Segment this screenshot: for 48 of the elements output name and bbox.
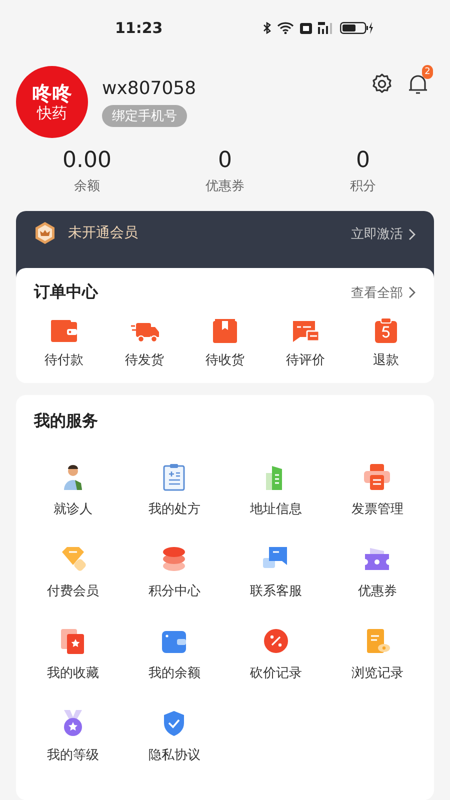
stat-value[interactable]: 0 bbox=[218, 148, 232, 173]
battery-icon bbox=[340, 22, 374, 34]
settings-icon[interactable] bbox=[370, 72, 394, 96]
section-title: 订单中心 bbox=[34, 282, 98, 303]
status-time: 11:23 bbox=[115, 19, 163, 37]
order-status-button[interactable]: 待评价 bbox=[276, 317, 336, 369]
activate-link[interactable]: 立即激活 bbox=[351, 221, 416, 243]
service-button[interactable]: 我的余额 bbox=[148, 626, 200, 682]
stat-label: 优惠券 bbox=[206, 178, 244, 195]
order-status-button[interactable]: 待发货 bbox=[114, 317, 174, 369]
stat-label: 积分 bbox=[350, 178, 376, 195]
service-button[interactable]: 联系客服 bbox=[250, 544, 302, 600]
section-title: 我的服务 bbox=[34, 411, 98, 432]
chevron-right-icon bbox=[408, 286, 416, 299]
service-button[interactable]: 付费会员 bbox=[46, 544, 99, 600]
crown-badge-icon bbox=[34, 221, 56, 245]
order-status-button[interactable]: 退款 bbox=[356, 317, 416, 369]
service-button[interactable]: 浏览记录 bbox=[351, 626, 404, 682]
logo-text: 咚咚 bbox=[32, 82, 72, 104]
notification-bell-icon[interactable] bbox=[406, 72, 430, 96]
signal-icon bbox=[318, 22, 334, 34]
service-button[interactable]: 我的处方 bbox=[148, 462, 200, 518]
logo-text: 快药 bbox=[37, 104, 67, 122]
service-button[interactable]: 我的等级 bbox=[46, 708, 99, 764]
order-status-button[interactable]: 待收货 bbox=[195, 317, 255, 369]
service-button[interactable]: 砍价记录 bbox=[250, 626, 302, 682]
service-button[interactable]: 隐私协议 bbox=[148, 708, 200, 764]
wifi-icon bbox=[277, 22, 294, 34]
service-button[interactable]: 我的收藏 bbox=[46, 626, 99, 682]
service-button[interactable]: 就诊人 bbox=[53, 462, 92, 518]
username: wx807058 bbox=[102, 78, 196, 98]
service-button[interactable]: 积分中心 bbox=[148, 544, 200, 600]
service-button[interactable]: 发票管理 bbox=[351, 462, 404, 518]
printer-icon bbox=[362, 462, 392, 492]
bluetooth-icon bbox=[263, 22, 271, 34]
service-button[interactable]: 地址信息 bbox=[250, 462, 302, 518]
chevron-right-icon bbox=[408, 228, 416, 240]
wallet-icon bbox=[49, 317, 79, 345]
hd-icon bbox=[300, 22, 312, 34]
membership-status: 未开通会员 bbox=[68, 224, 138, 242]
package-box-icon bbox=[210, 317, 240, 345]
view-all-link[interactable]: 查看全部 bbox=[351, 284, 416, 302]
notification-badge: 2 bbox=[422, 65, 433, 79]
service-button[interactable]: 优惠券 bbox=[358, 544, 397, 600]
stat-value[interactable]: 0.00 bbox=[62, 148, 112, 173]
stat-value[interactable]: 0 bbox=[356, 148, 370, 173]
stat-label: 余额 bbox=[74, 178, 100, 195]
order-status-button[interactable]: 待付款 bbox=[34, 317, 94, 369]
